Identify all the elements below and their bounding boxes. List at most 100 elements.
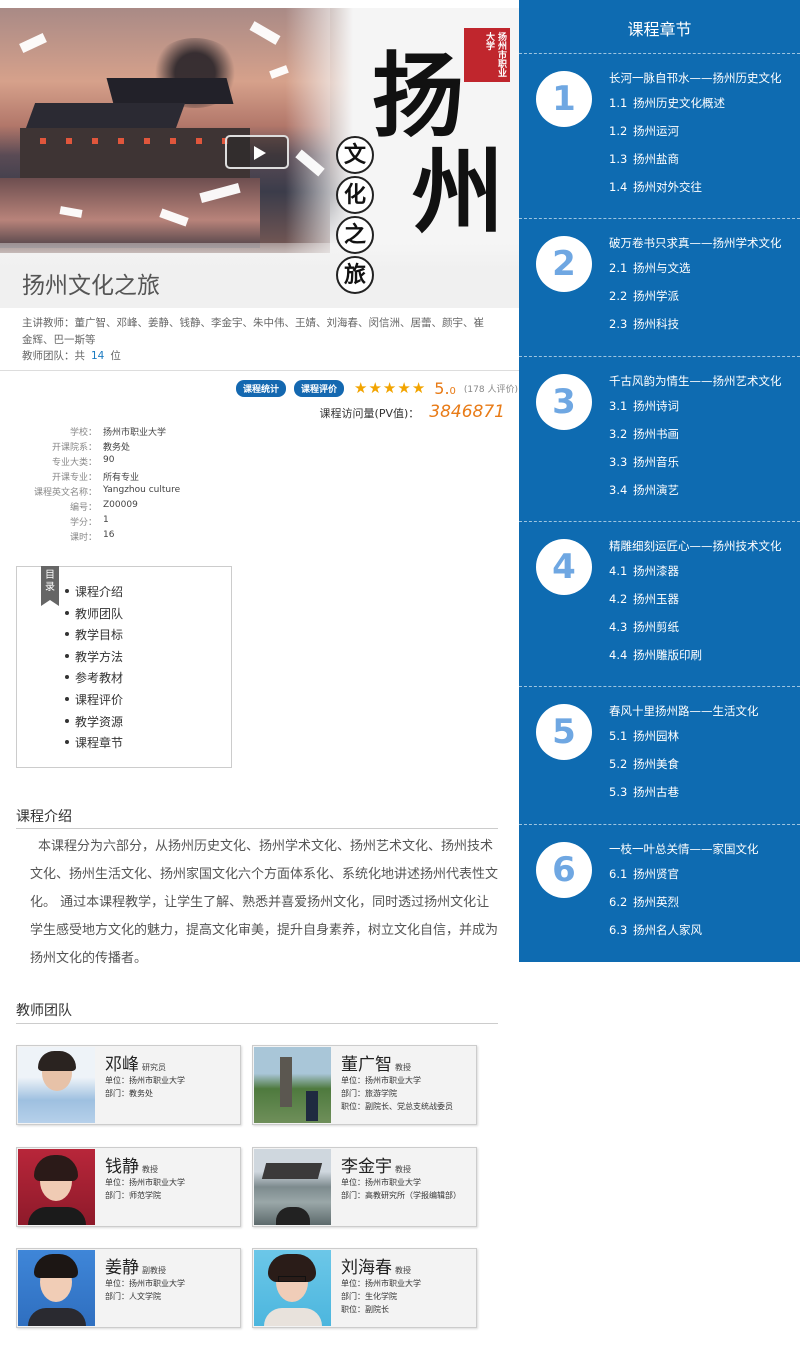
chapter-number: 1 (536, 71, 592, 127)
teacher-card[interactable]: 姜静 副教授 单位：扬州市职业大学 部门：人文学院 (16, 1248, 241, 1328)
chapter-item[interactable]: 3.3 扬州音乐 (609, 454, 679, 470)
chapter-item[interactable]: 1.4 扬州对外交往 (609, 179, 702, 195)
toc-item[interactable]: 教师团队 (64, 605, 123, 627)
chapter-item[interactable]: 2.3 扬州科技 (609, 316, 679, 332)
info-row: 开课院系： 教务处 (51, 443, 131, 453)
teacher-photo (18, 1149, 95, 1225)
info-row: 专业大类： 90 (51, 455, 115, 468)
chapter-item[interactable]: 3.2 扬州书画 (609, 426, 679, 442)
teacher-rank: 教授 (395, 1063, 411, 1072)
chapter-title[interactable]: 破万卷书只求真——扬州学术文化 (609, 235, 782, 251)
chapter-title[interactable]: 千古风韵为情生——扬州艺术文化 (609, 373, 782, 389)
toc-item[interactable]: 教学方法 (64, 648, 123, 670)
teacher-name: 姜静 (105, 1258, 139, 1278)
info-row: 学分： 1 (69, 515, 109, 528)
teacher-name: 李金宇 (341, 1157, 392, 1177)
chapter-item[interactable]: 3.4 扬州演艺 (609, 482, 679, 498)
teacher-photo (254, 1047, 331, 1123)
toc-tag: 目录 (41, 566, 59, 606)
toc-item[interactable]: 课程介绍 (64, 583, 123, 605)
divider (16, 828, 498, 829)
banner-char-2: 州 (412, 138, 505, 246)
teacher-name: 钱静 (105, 1157, 139, 1177)
teacher-card[interactable]: 董广智 教授 单位：扬州市职业大学 部门：旅游学院 职位：副院长、党总支统战委员 (252, 1045, 477, 1125)
chapter-number: 3 (536, 374, 592, 430)
chapter-item[interactable]: 1.1 扬州历史文化概述 (609, 95, 725, 111)
info-row: 课时： 16 (69, 530, 115, 543)
chapter-block: 4 精雕细刻运匠心——扬州技术文化 4.1 扬州漆器 4.2 扬州玉器 4.3 扬州剪纸 4.4… (519, 521, 800, 686)
chapter-block: 2 破万卷书只求真——扬州学术文化 2.1 扬州与文选 2.2 扬州学派 2.3 扬州科技 (519, 218, 800, 356)
chapter-item[interactable]: 5.2 扬州美食 (609, 756, 679, 772)
toc-item[interactable]: 教学资源 (64, 713, 123, 735)
course-title: 扬州文化之旅 (22, 273, 160, 299)
teacher-name: 董广智 (341, 1055, 392, 1075)
chapter-item[interactable]: 1.2 扬州运河 (609, 123, 679, 139)
rating-score: 5.0 (434, 378, 456, 398)
chapter-item[interactable]: 6.3 扬州名人家风 (609, 922, 702, 938)
teacher-name: 邓峰 (105, 1055, 139, 1075)
chapter-title[interactable]: 精雕细刻运匠心——扬州技术文化 (609, 538, 782, 554)
intro-text: 本课程分为六部分，从扬州历史文化、扬州学术文化、扬州艺术文化、扬州技术文化、扬州… (30, 839, 499, 966)
toc-item[interactable]: 教学目标 (64, 626, 123, 648)
course-banner: 扬州市职业大学 扬 州 文 化 之 旅 扬州文化之旅 (0, 8, 519, 308)
chapter-item[interactable]: 4.4 扬州雕版印刷 (609, 647, 702, 663)
teacher-photo (254, 1149, 331, 1225)
toc-item[interactable]: 参考教材 (64, 669, 123, 691)
chapter-title[interactable]: 长河一脉自邗水——扬州历史文化 (609, 70, 782, 86)
chapter-title[interactable]: 春风十里扬州路——生活文化 (609, 703, 759, 719)
course-eval-button[interactable]: 课程评价 (294, 379, 345, 397)
course-stats-button[interactable]: 课程统计 (236, 379, 287, 397)
teacher-rank: 研究员 (142, 1063, 166, 1072)
teacher-photo (18, 1250, 95, 1326)
page-views: 课程访问量(PV值)： 3846871 (319, 402, 505, 422)
chapter-number: 4 (536, 539, 592, 595)
teacher-rank: 副教授 (142, 1266, 166, 1275)
chapter-item[interactable]: 1.3 扬州盐商 (609, 151, 679, 167)
teacher-photo (18, 1047, 95, 1123)
info-row: 编号： Z00009 (69, 500, 138, 513)
info-row: 课程英文名称： Yangzhou culture (33, 485, 181, 498)
chapter-item[interactable]: 2.2 扬州学派 (609, 288, 679, 304)
chapter-item[interactable]: 4.3 扬州剪纸 (609, 619, 679, 635)
play-video-button[interactable] (225, 135, 289, 169)
teacher-name: 刘海春 (341, 1258, 392, 1278)
chapter-item[interactable]: 2.1 扬州与文选 (609, 260, 691, 276)
table-of-contents: 目录 课程介绍 教师团队 教学目标 教学方法 参考教材 课程评价 教学资源 课程… (16, 566, 232, 768)
teacher-rank: 教授 (395, 1165, 411, 1174)
lead-teachers: 主讲教师：董广智、邓峰、姜静、钱静、李金宇、朱中伟、王婧、刘海春、闵信洲、居蕾、… (22, 317, 484, 346)
chapter-item[interactable]: 4.1 扬州漆器 (609, 563, 679, 579)
chapter-item[interactable]: 5.3 扬州古巷 (609, 784, 679, 800)
intro-heading: 课程介绍 (16, 809, 72, 825)
teacher-rank: 教授 (142, 1165, 158, 1174)
team-count: 教师团队：共 14 位 (22, 350, 121, 362)
chapter-panel-title: 课程章节 (627, 20, 692, 39)
chapter-block: 6 一枝一叶总关情——家国文化 6.1 扬州贤官 6.2 扬州英烈 6.3 扬州名人家风 (519, 824, 800, 962)
teacher-card[interactable]: 钱静 教授 单位：扬州市职业大学 部门：师范学院 (16, 1147, 241, 1227)
teacher-card[interactable]: 刘海春 教授 单位：扬州市职业大学 部门：生化学院 职位：副院长 (252, 1248, 477, 1328)
chapter-panel: 课程章节 1 长河一脉自邗水——扬州历史文化 1.1 扬州历史文化概述 1.2 扬州运河 1… (519, 0, 800, 962)
toc-item[interactable]: 课程评价 (64, 691, 123, 713)
chapter-item[interactable]: 6.1 扬州贤官 (609, 866, 679, 882)
chapter-item[interactable]: 3.1 扬州诗词 (609, 398, 679, 414)
rating-bar: 课程统计 课程评价 ★★★★★ 5.0 (178 人评价) (236, 378, 518, 398)
chapter-item[interactable]: 6.2 扬州英烈 (609, 894, 679, 910)
chapter-block: 5 春风十里扬州路——生活文化 5.1 扬州园林 5.2 扬州美食 5.3 扬州古巷 (519, 686, 800, 824)
chapter-number: 5 (536, 704, 592, 760)
teacher-rank: 教授 (395, 1266, 411, 1275)
chapter-number: 2 (536, 236, 592, 292)
course-info: 学校： 扬州市职业大学 开课院系： 教务处 专业大类： 90 开课专业： 所有专业 课程… (22, 425, 180, 545)
teacher-card[interactable]: 李金宇 教授 单位：扬州市职业大学 部门：高教研究所（学报编辑部） (252, 1147, 477, 1227)
college-seal: 扬州市职业大学 (464, 28, 510, 82)
toc-item[interactable]: 课程章节 (64, 734, 123, 756)
chapter-item[interactable]: 4.2 扬州玉器 (609, 591, 679, 607)
divider (16, 1023, 498, 1024)
teacher-photo (254, 1250, 331, 1326)
banner-char-1: 扬 (372, 42, 465, 150)
chapter-title[interactable]: 一枝一叶总关情——家国文化 (609, 841, 759, 857)
chapter-item[interactable]: 5.1 扬州园林 (609, 728, 679, 744)
banner-subtitle: 文 化 之 旅 (336, 136, 380, 296)
course-main: 扬州市职业大学 扬 州 文 化 之 旅 扬州文化之旅 主讲教师：董广智、邓峰、姜… (0, 0, 519, 1348)
rating-stars: ★★★★★ (354, 379, 427, 397)
teacher-card[interactable]: 邓峰 研究员 单位：扬州市职业大学 部门：教务处 (16, 1045, 241, 1125)
info-row: 开课专业： 所有专业 (51, 473, 140, 483)
